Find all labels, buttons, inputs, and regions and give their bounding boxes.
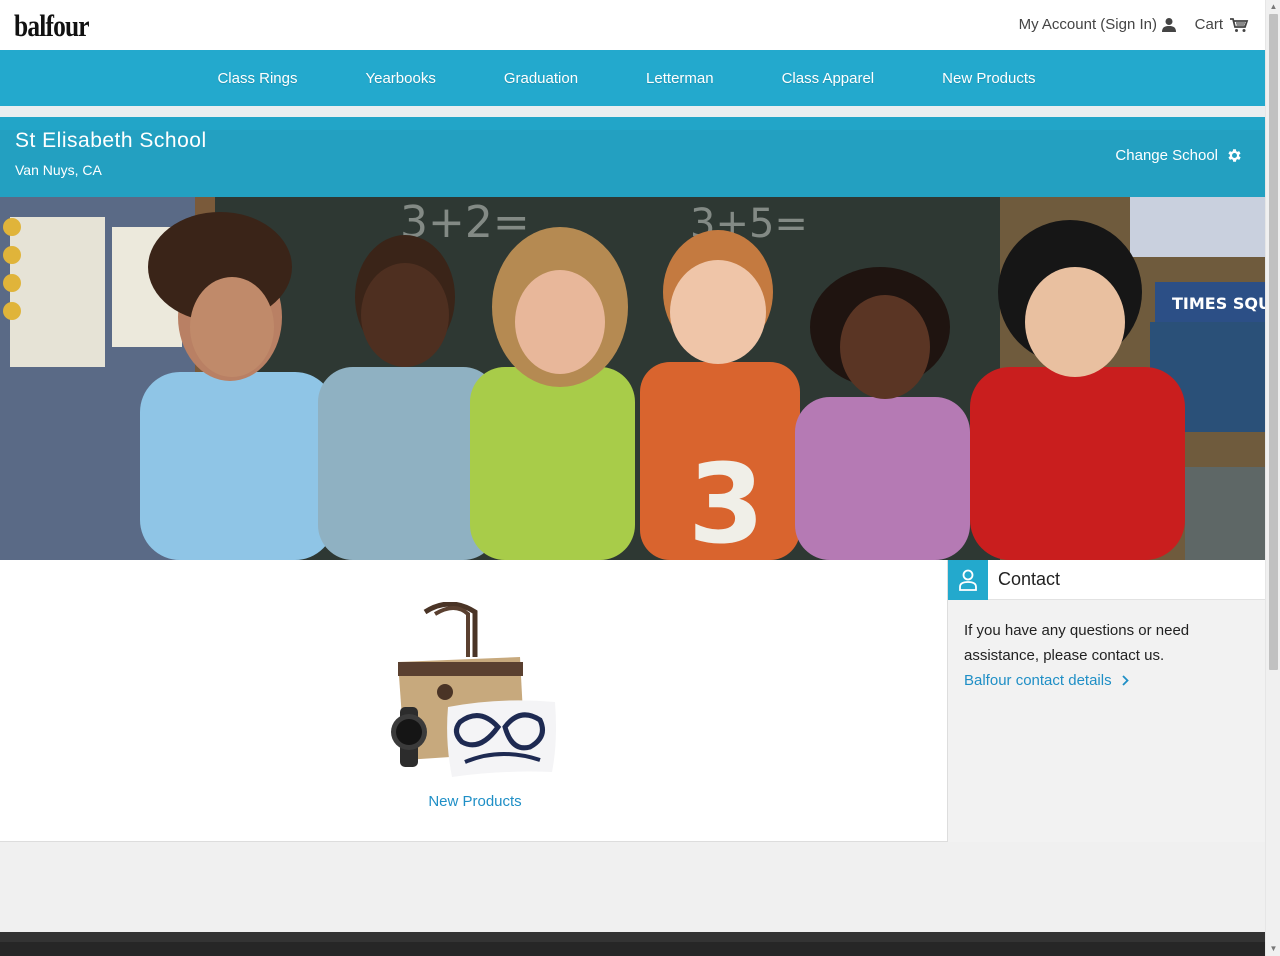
scroll-thumb[interactable] (1269, 14, 1278, 670)
change-school-label: Change School (1115, 147, 1218, 164)
nav-item-letterman[interactable]: Letterman (612, 70, 748, 87)
nav-item-class-rings[interactable]: Class Rings (183, 70, 331, 87)
scroll-up-arrow-icon[interactable]: ▲ (1269, 2, 1278, 12)
nav-divider (0, 106, 1265, 117)
change-school-button[interactable]: Change School (1115, 147, 1243, 164)
page-bottom-area (0, 842, 1265, 932)
nav-item-class-apparel[interactable]: Class Apparel (748, 70, 909, 87)
account-label: My Account (Sign In) (1018, 16, 1157, 33)
contact-details-link[interactable]: Balfour contact details (964, 668, 1129, 693)
hero-photo-students: 3+2= 3+5= TIMES SQU 3 (0, 197, 1265, 560)
main-content: New Products (0, 560, 948, 842)
top-bar: balfour My Account (Sign In) Cart (0, 0, 1265, 50)
cart-label: Cart (1194, 16, 1223, 33)
nav-item-yearbooks[interactable]: Yearbooks (331, 70, 469, 87)
person-icon (959, 569, 977, 591)
contact-text: If you have any questions or need assist… (964, 622, 1190, 664)
product-tile-new-products[interactable]: New Products (380, 601, 570, 810)
new-products-image (391, 601, 556, 777)
contact-body: If you have any questions or need assist… (948, 600, 1265, 711)
scroll-down-arrow-icon[interactable]: ▼ (1269, 944, 1278, 954)
contact-icon-box (948, 559, 988, 600)
gear-icon (1228, 149, 1241, 162)
contact-link-label: Balfour contact details (964, 672, 1112, 689)
user-icon (1162, 17, 1176, 32)
footer (0, 932, 1265, 956)
school-hero: 3+2= 3+5= TIMES SQU 3 St Elisabeth Schoo… (0, 117, 1265, 560)
school-location: Van Nuys, CA (15, 162, 102, 178)
jersey-number: 3 (688, 440, 765, 560)
nav-item-new-products[interactable]: New Products (908, 70, 1069, 87)
cart-link[interactable]: Cart (1195, 16, 1249, 33)
my-account-link[interactable]: My Account (Sign In) (1019, 16, 1177, 33)
main-nav: Class Rings Yearbooks Graduation Letterm… (0, 50, 1265, 106)
footer-line (0, 932, 1265, 942)
vertical-scrollbar[interactable]: ▲ ▼ (1265, 0, 1280, 956)
balfour-logo[interactable]: balfour (14, 8, 90, 44)
school-name: St Elisabeth School (15, 129, 207, 152)
cart-icon (1230, 17, 1249, 32)
nav-list: Class Rings Yearbooks Graduation Letterm… (183, 70, 1069, 87)
nav-item-graduation[interactable]: Graduation (470, 70, 612, 87)
contact-header: Contact (948, 559, 1265, 600)
new-products-link[interactable]: New Products (380, 793, 570, 810)
contact-panel: Contact If you have any questions or nee… (948, 559, 1265, 842)
times-square-sign: TIMES SQU (1172, 294, 1265, 313)
contact-title: Contact (998, 569, 1061, 589)
chevron-right-icon (1121, 675, 1129, 686)
